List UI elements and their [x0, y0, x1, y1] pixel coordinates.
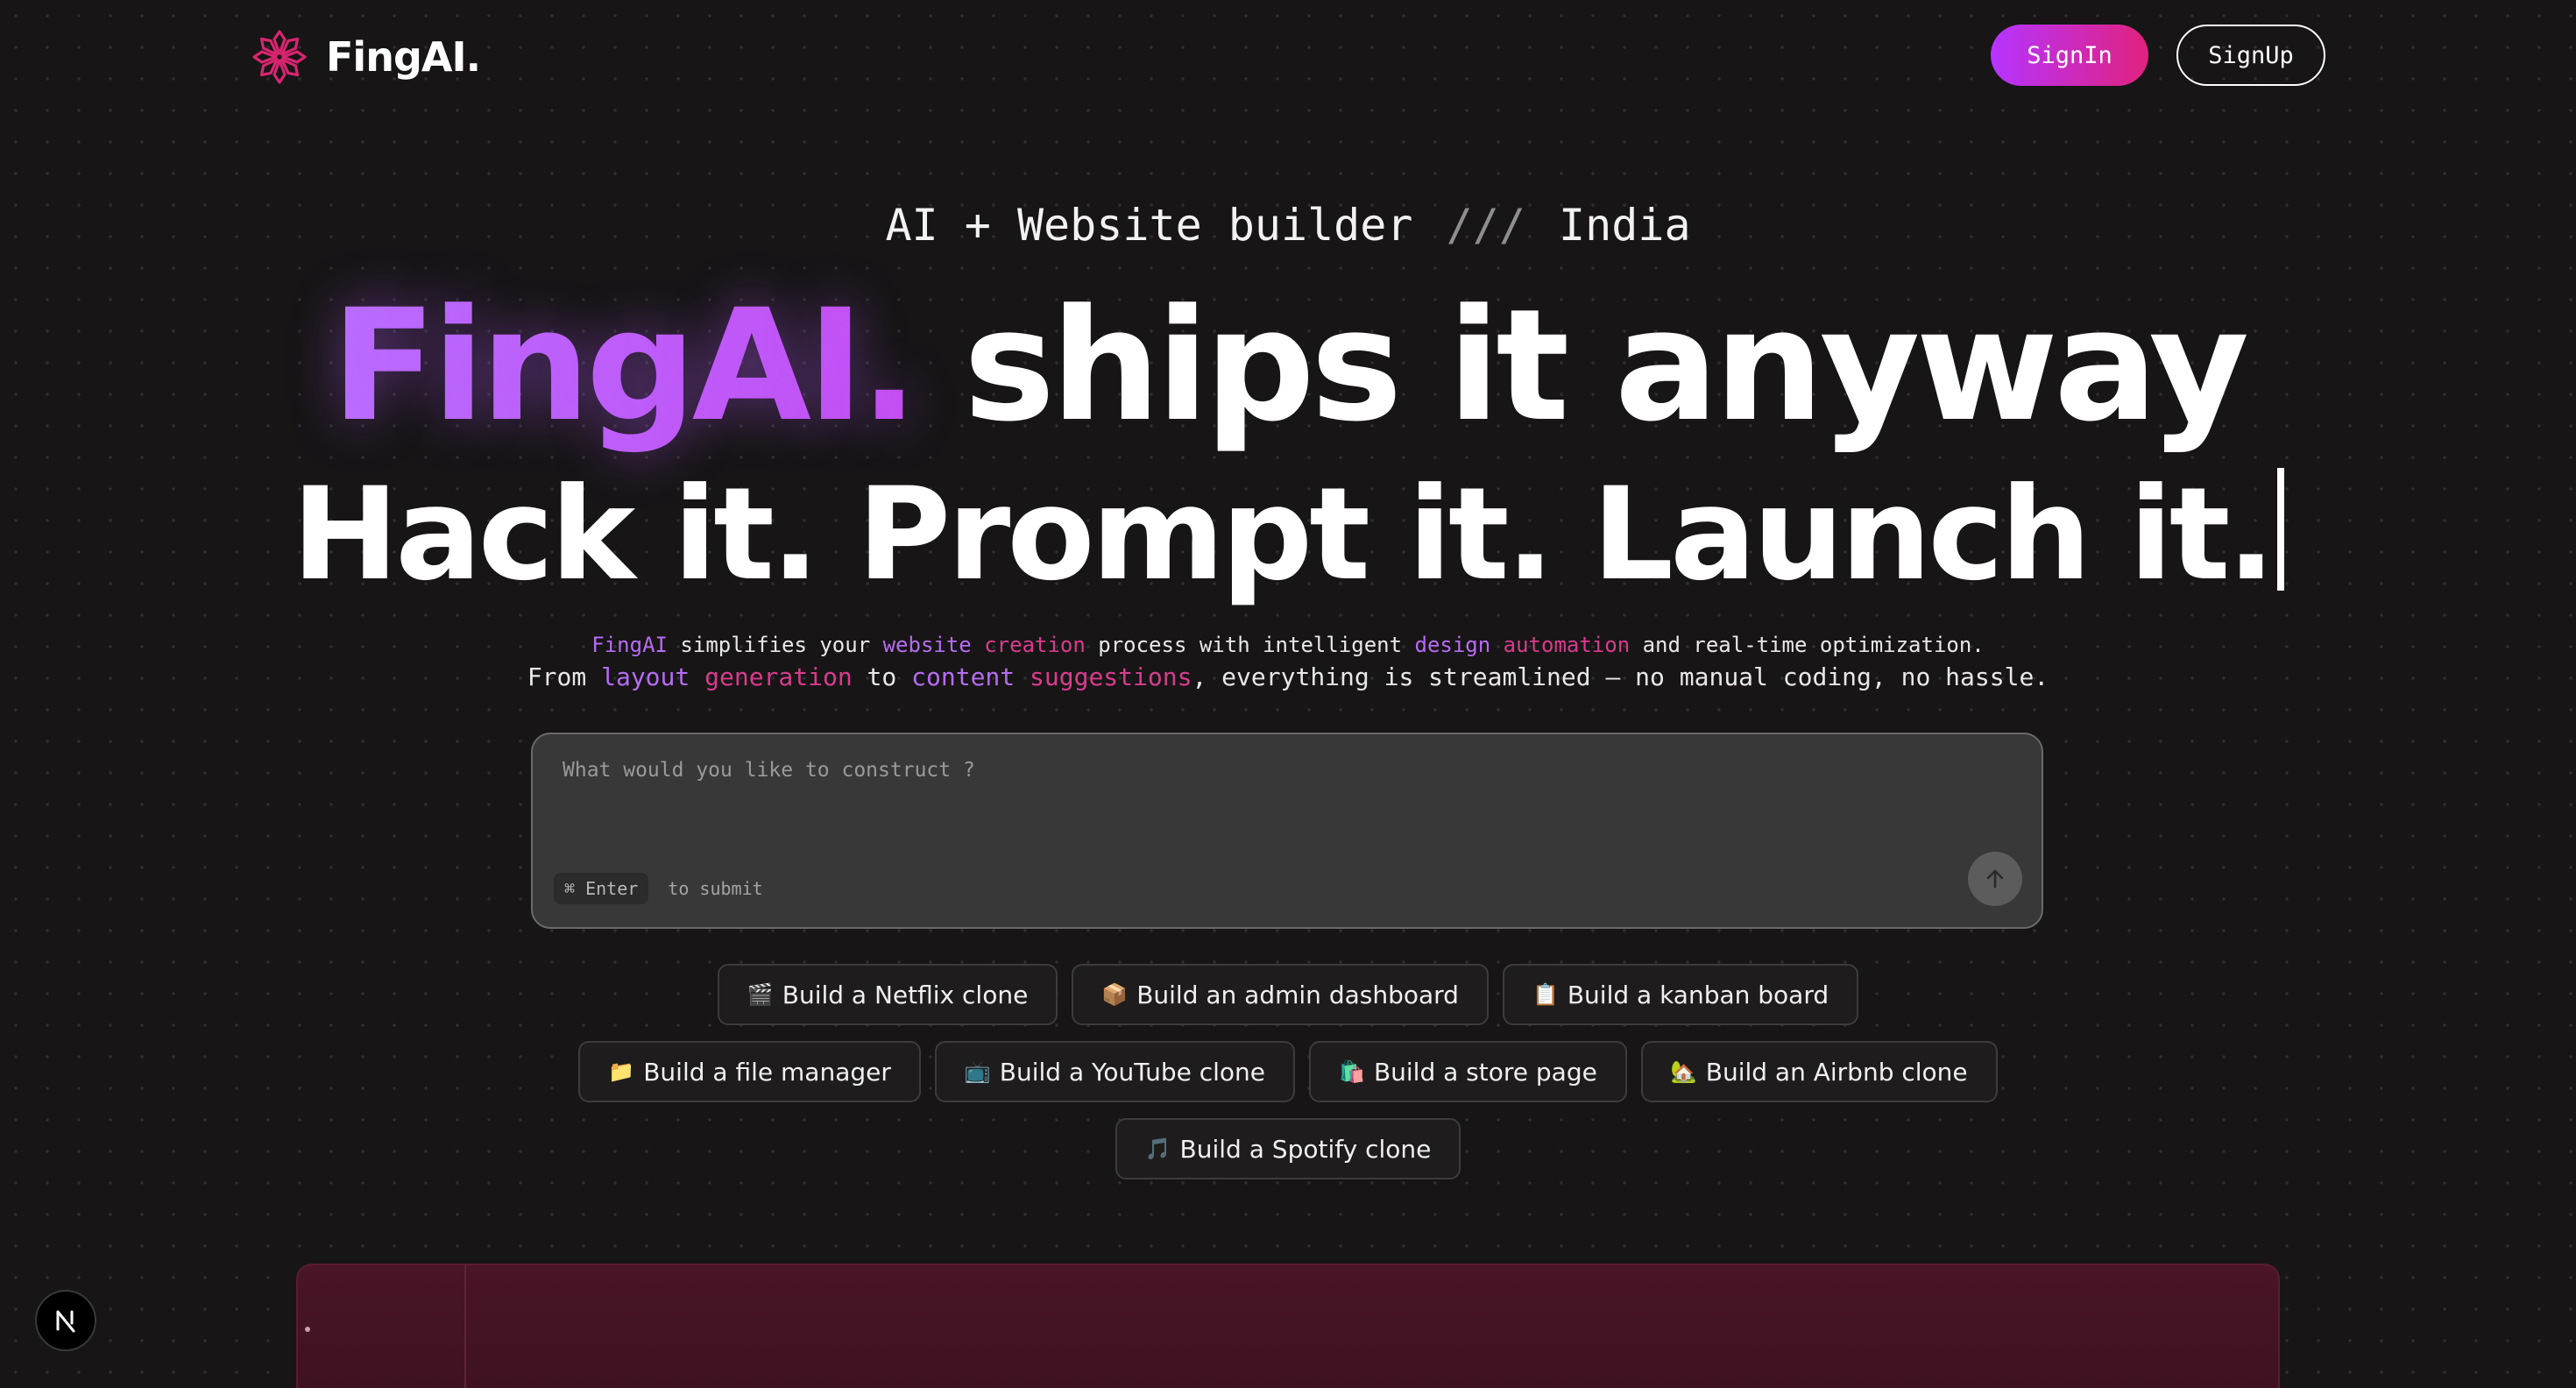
desc-keyword: FingAI [591, 633, 668, 657]
hero-headline: FingAI. ships it anyway [0, 279, 2576, 454]
suggestion-chip[interactable]: 🏡 Build an Airbnb clone [1640, 1041, 1998, 1102]
asterisk-flower-icon [252, 30, 307, 84]
nextjs-logo-icon[interactable] [35, 1290, 96, 1351]
hero-description-line-1: FingAI simplifies your website creation … [0, 633, 2576, 657]
tagline-left: AI + Website builder [885, 200, 1413, 251]
shortcut-key: ⌘ Enter [554, 873, 649, 904]
hero-subheadline: Hack it. Prompt it. Launch it. [0, 456, 2576, 613]
arrow-up-icon [1986, 869, 2004, 889]
suggestion-row: 🎵 Build a Spotify clone [0, 1118, 2576, 1179]
desc-text: process with intelligent [1085, 633, 1415, 657]
desc-text: to [852, 662, 912, 691]
chip-label: Build an Airbnb clone [1705, 1057, 1968, 1087]
suggestion-chip[interactable]: 🛍️ Build a store page [1309, 1041, 1627, 1102]
desc-text: From [527, 662, 602, 691]
typing-cursor [2277, 468, 2285, 591]
suggestion-chip[interactable]: 🎬 Build a Netflix clone [717, 964, 1058, 1025]
desc-keyword: suggestions [1030, 662, 1192, 691]
package-icon: 📦 [1101, 982, 1129, 1007]
desc-text: simplifies your [667, 633, 883, 657]
suggestion-row: 📁 Build a file manager 📺 Build a YouTube c… [0, 1041, 2576, 1102]
hero-description-line-2: From layout generation to content sugges… [0, 662, 2576, 691]
desc-keyword: content [911, 662, 1016, 691]
tagline-slashes: /// [1446, 200, 1525, 251]
desc-keyword: design [1414, 633, 1491, 657]
clapperboard-icon: 🎬 [747, 982, 774, 1007]
desc-keyword: layout [601, 662, 690, 691]
suggestion-chip[interactable]: 📋 Build a kanban board [1502, 964, 1859, 1025]
suggestion-chip[interactable]: 📺 Build a YouTube clone [934, 1041, 1296, 1102]
television-icon: 📺 [964, 1059, 991, 1084]
chip-label: Build a YouTube clone [999, 1057, 1266, 1087]
chip-label: Build a kanban board [1567, 980, 1829, 1009]
desc-text: and real-time optimization. [1630, 633, 1985, 657]
signup-button[interactable]: SignUp [2176, 25, 2325, 86]
landing-page: FingAI. SignIn SignUp AI + Website build… [0, 0, 2576, 1388]
prompt-box: ⌘ Enter to submit [531, 733, 2043, 929]
headline-rest: ships it anyway [963, 276, 2250, 456]
preview-divider [464, 1265, 466, 1388]
music-note-icon: 🎵 [1144, 1137, 1171, 1161]
chip-label: Build a Netflix clone [782, 980, 1029, 1009]
clipboard-icon: 📋 [1532, 982, 1559, 1007]
chip-label: Build a Spotify clone [1179, 1134, 1432, 1164]
suggestion-chip[interactable]: 📁 Build a file manager [578, 1041, 921, 1102]
hero-tagline: AI + Website builder /// India [0, 200, 2576, 251]
desc-keyword: website [882, 633, 972, 657]
brand-logo[interactable]: FingAI. [251, 28, 481, 86]
submit-button[interactable] [1968, 852, 2022, 906]
desc-text: , everything is streamlined — no manual … [1192, 662, 2049, 691]
headline-brand: FingAI. [330, 276, 918, 456]
prompt-input[interactable] [561, 757, 1966, 831]
submit-shortcut-hint: ⌘ Enter to submit [554, 873, 763, 904]
chip-label: Build an admin dashboard [1136, 980, 1459, 1009]
shopping-bags-icon: 🛍️ [1339, 1059, 1365, 1084]
desc-keyword: creation [984, 633, 1086, 657]
brand-name: FingAI. [326, 33, 481, 81]
suggestion-chip[interactable]: 🎵 Build a Spotify clone [1115, 1118, 1461, 1179]
subheadline-text: Hack it. Prompt it. Launch it. [291, 460, 2275, 609]
folder-icon: 📁 [608, 1059, 635, 1084]
signin-button[interactable]: SignIn [1991, 25, 2148, 86]
preview-dot [305, 1327, 310, 1332]
desc-keyword: generation [704, 662, 853, 691]
preview-panel [296, 1264, 2280, 1388]
desc-keyword: automation [1503, 633, 1631, 657]
nextjs-n-glyph [56, 1310, 75, 1333]
chip-label: Build a store page [1373, 1057, 1597, 1087]
shortcut-hint-text: to submit [668, 878, 763, 899]
suggestion-row: 🎬 Build a Netflix clone 📦 Build an admin d… [0, 964, 2576, 1025]
tagline-right: India [1559, 200, 1691, 251]
house-icon: 🏡 [1670, 1059, 1697, 1084]
suggestion-chip[interactable]: 📦 Build an admin dashboard [1072, 964, 1489, 1025]
chip-label: Build a file manager [643, 1057, 891, 1087]
